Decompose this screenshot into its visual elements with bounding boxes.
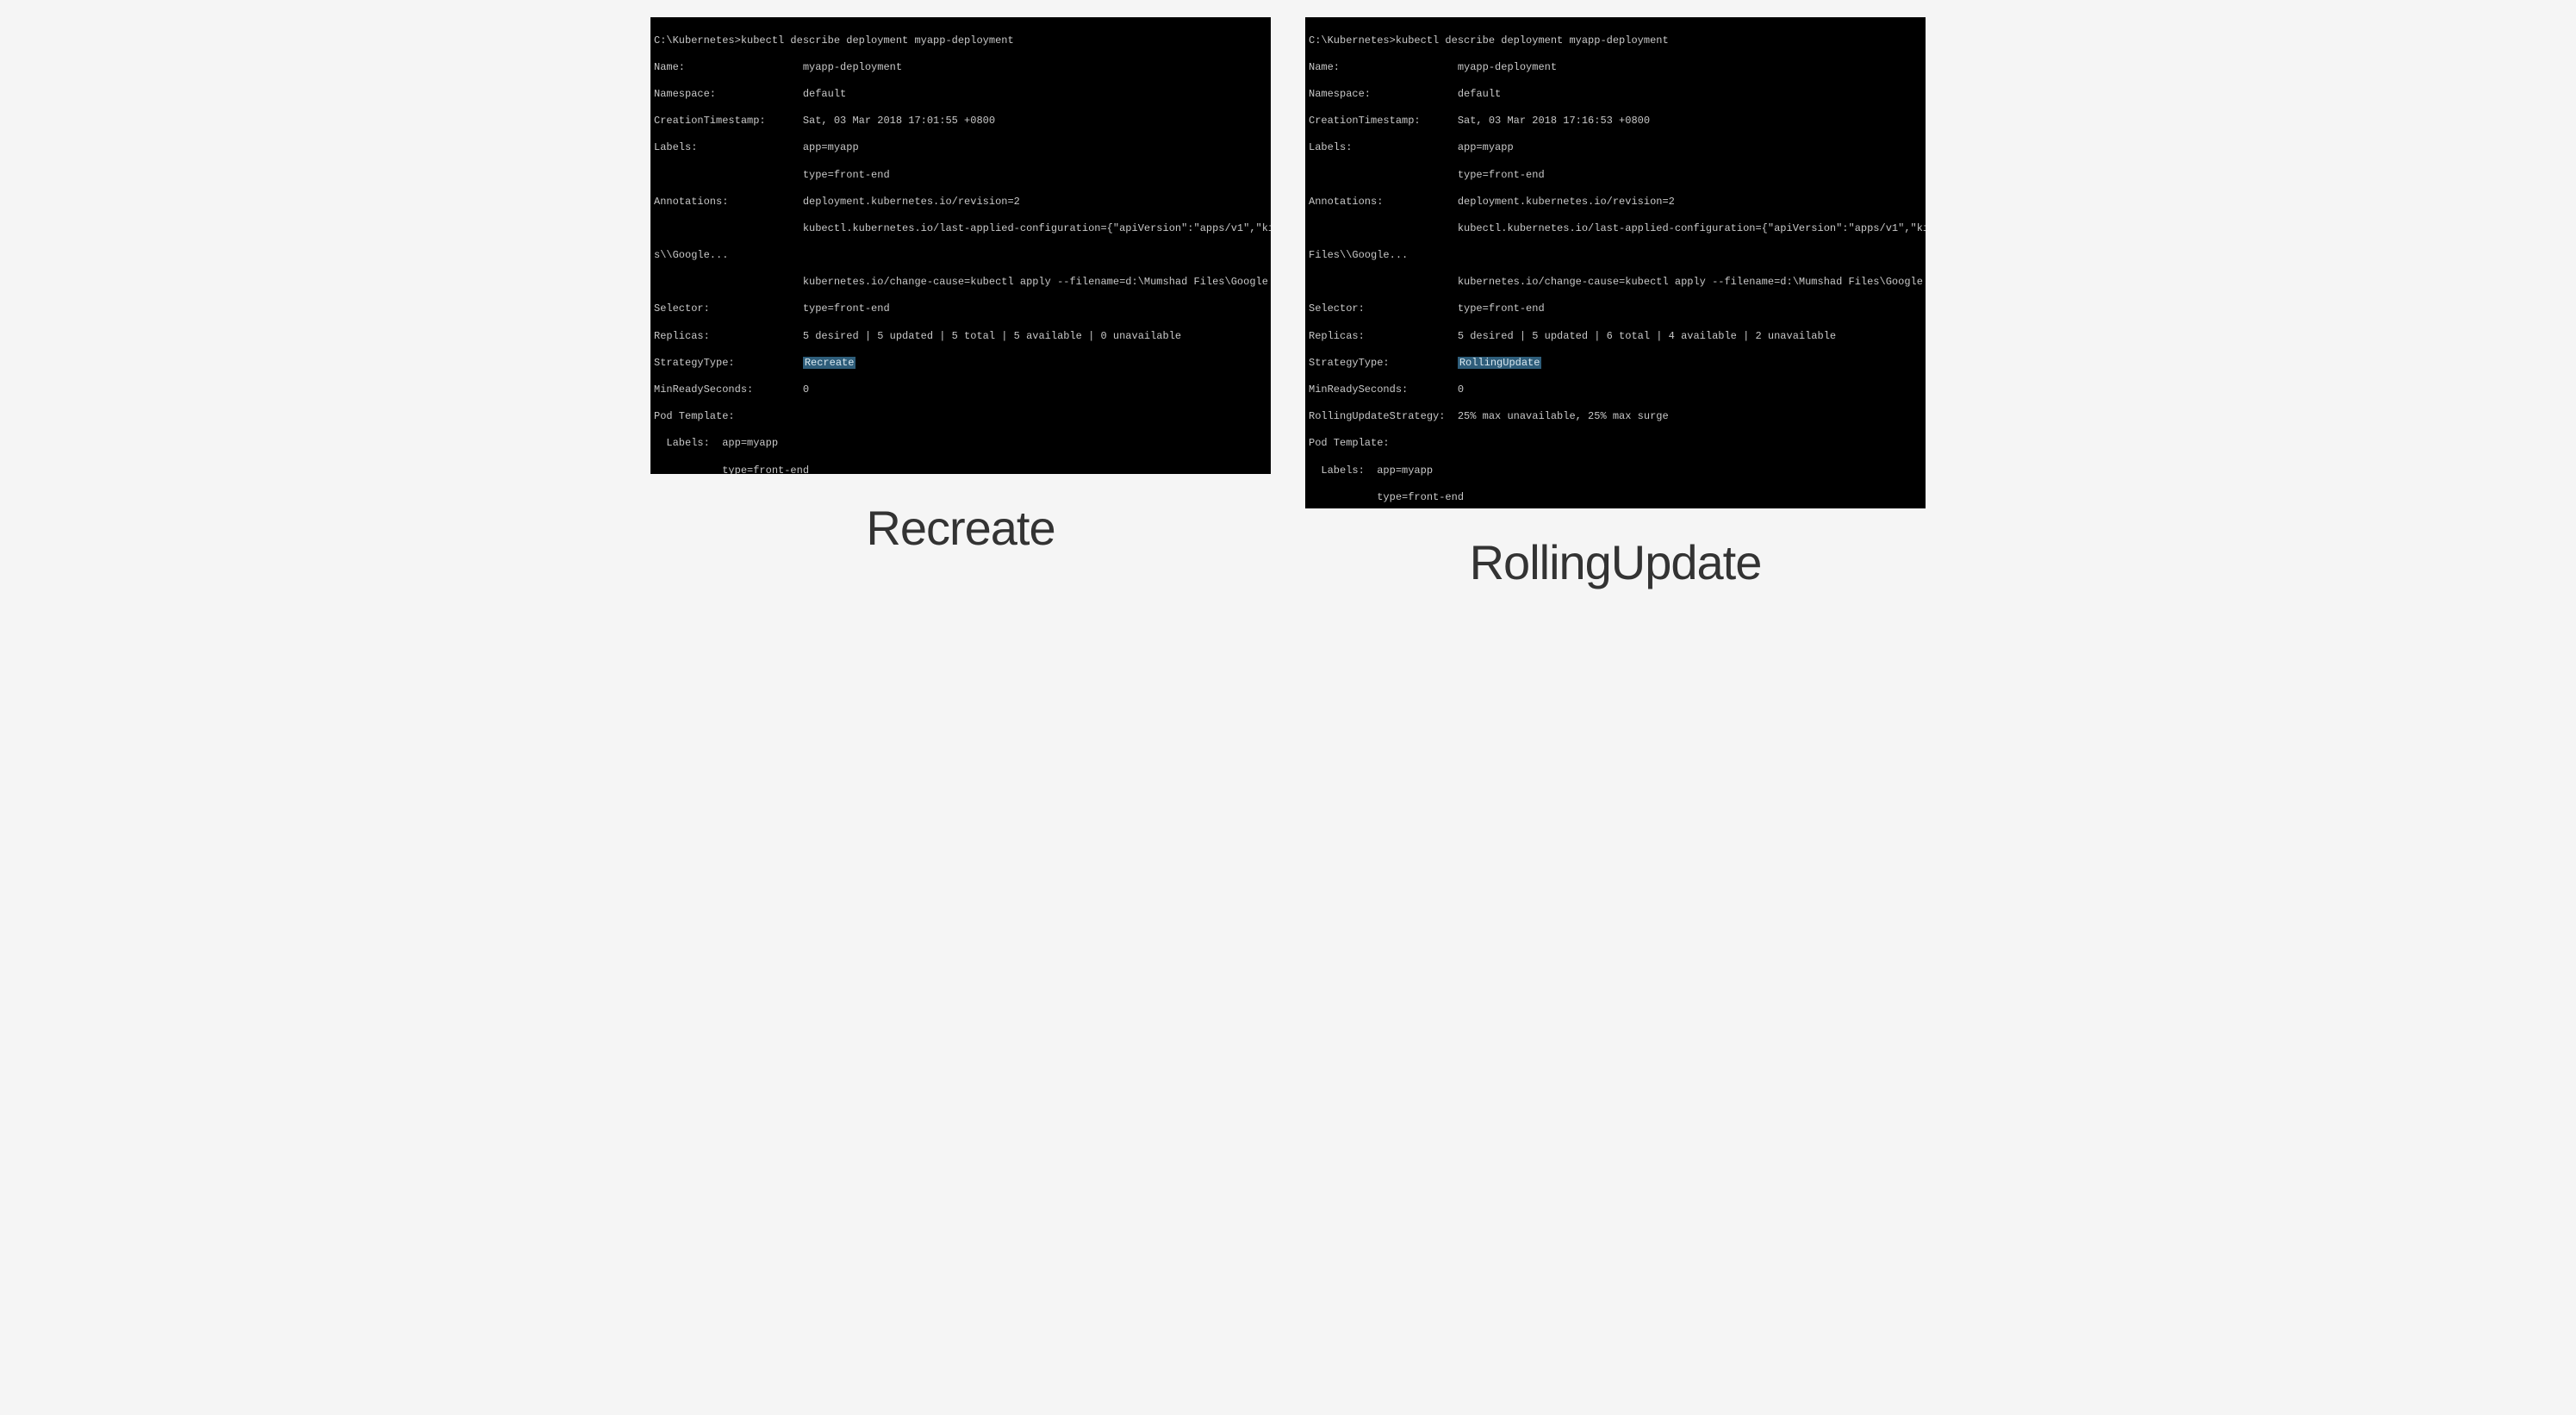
command-line: C:\Kubernetes>kubectl describe deploymen…: [1309, 34, 1922, 48]
kv-annotations: Annotations: deployment.kubernetes.io/re…: [654, 196, 1267, 209]
terminal-rollingupdate: C:\Kubernetes>kubectl describe deploymen…: [1305, 17, 1926, 508]
strategy-highlight: RollingUpdate: [1458, 357, 1542, 369]
comparison-container: C:\Kubernetes>kubectl describe deploymen…: [17, 17, 2559, 590]
kv-name: Name: myapp-deployment: [654, 61, 1267, 75]
command-line: C:\Kubernetes>kubectl describe deploymen…: [654, 34, 1267, 48]
kv-replicas: Replicas: 5 desired | 5 updated | 5 tota…: [654, 330, 1267, 344]
kv-namespace: Namespace: default: [654, 88, 1267, 102]
left-panel: C:\Kubernetes>kubectl describe deploymen…: [650, 17, 1271, 556]
caption-rollingupdate: RollingUpdate: [1470, 534, 1762, 590]
strategy-highlight: Recreate: [803, 357, 856, 369]
kv-labels: Labels: app=myapp: [654, 141, 1267, 155]
kv-creation: CreationTimestamp: Sat, 03 Mar 2018 17:0…: [654, 115, 1267, 128]
kv-minready: MinReadySeconds: 0: [654, 383, 1267, 397]
kv-selector: Selector: type=front-end: [654, 302, 1267, 316]
terminal-recreate: C:\Kubernetes>kubectl describe deploymen…: [650, 17, 1271, 474]
right-panel: C:\Kubernetes>kubectl describe deploymen…: [1305, 17, 1926, 590]
kv-strategy: StrategyType: Recreate: [654, 357, 1267, 371]
caption-recreate: Recreate: [866, 500, 1055, 556]
